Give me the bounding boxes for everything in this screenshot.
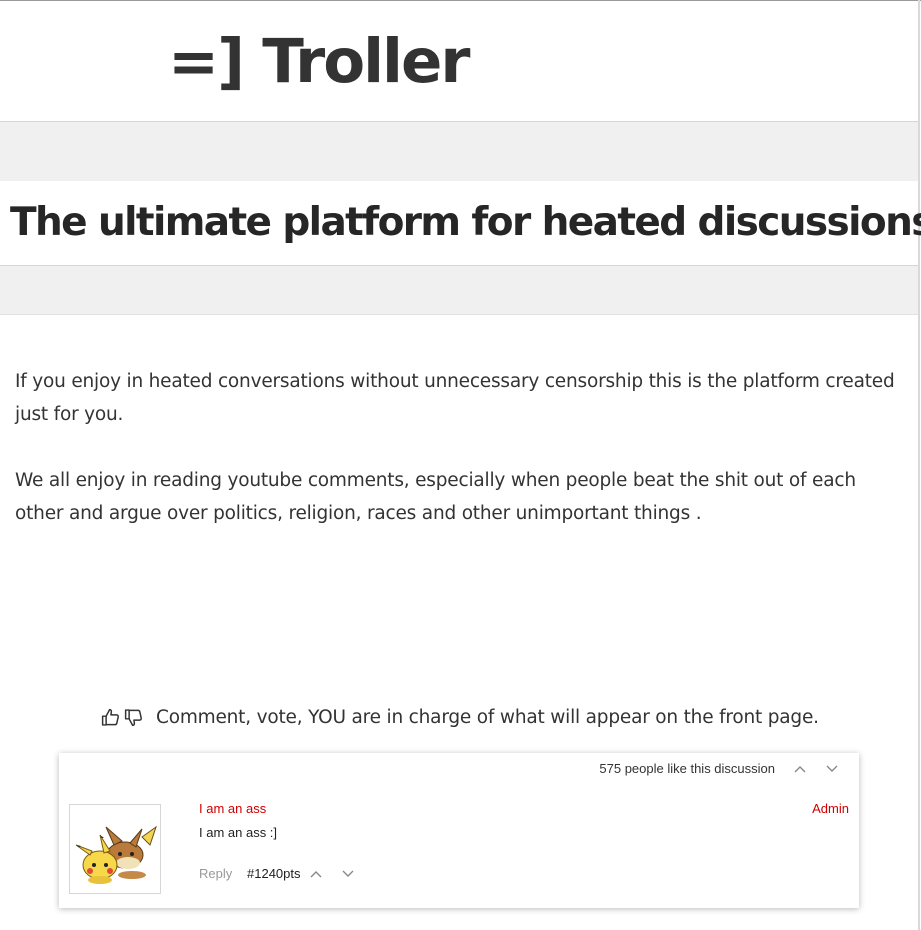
reply-link[interactable]: Reply xyxy=(199,866,232,882)
window-top-border xyxy=(0,0,921,1)
downvote-comment-button[interactable] xyxy=(340,866,356,882)
vote-icons xyxy=(100,707,144,728)
scrollbar-track[interactable] xyxy=(918,0,920,930)
intro-paragraph: We all enjoy in reading youtube comments… xyxy=(15,470,856,524)
discussion-panel: 575 people like this discussion I am an … xyxy=(59,753,859,908)
likes-count: 575 people like this discussion xyxy=(599,761,775,776)
avatar[interactable] xyxy=(69,804,161,894)
author-role-badge: Admin xyxy=(812,801,849,816)
comment-points: #1240pts xyxy=(247,866,301,881)
upvote-discussion-button[interactable] xyxy=(792,761,808,777)
hero-headline: The ultimate platform for heated discuss… xyxy=(10,200,921,245)
chevron-up-icon xyxy=(310,871,322,878)
spacer-band xyxy=(0,122,918,181)
chevron-down-icon xyxy=(342,870,354,877)
chevron-up-icon xyxy=(794,766,806,773)
spacer-band xyxy=(0,266,918,315)
chevron-down-icon xyxy=(826,765,838,772)
thumbs-up-icon xyxy=(101,708,119,726)
hero-banner: The ultimate platform for heated discuss… xyxy=(0,181,921,266)
intro-section: If you enjoy in heated conversations wit… xyxy=(15,365,905,563)
comment-author[interactable]: I am an ass xyxy=(199,801,266,817)
downvote-discussion-button[interactable] xyxy=(824,761,840,777)
upvote-comment-button[interactable] xyxy=(308,866,324,882)
pikachu-eevee-avatar-image xyxy=(75,825,157,884)
site-header: =] Troller xyxy=(0,2,918,122)
tagline-text: Comment, vote, YOU are in charge of what… xyxy=(156,706,819,728)
thumbs-down-icon xyxy=(124,708,142,726)
intro-paragraph: If you enjoy in heated conversations wit… xyxy=(15,371,895,425)
tagline: Comment, vote, YOU are in charge of what… xyxy=(100,702,819,732)
comment-body: I am an ass :] xyxy=(199,825,278,840)
site-logo[interactable]: =] Troller xyxy=(168,24,470,100)
